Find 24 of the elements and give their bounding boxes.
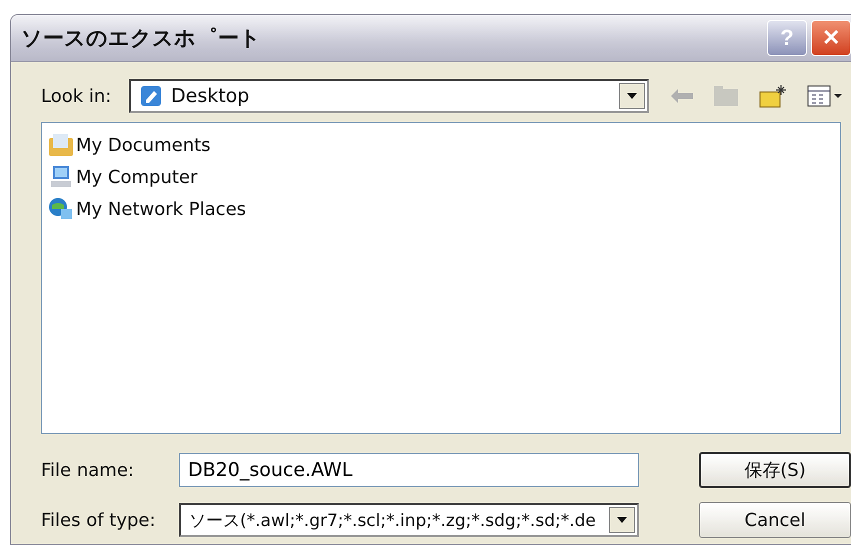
- save-button[interactable]: 保存(S): [699, 452, 851, 488]
- file-name-field[interactable]: DB20_souce.AWL: [179, 453, 639, 487]
- folder-icon: [48, 133, 74, 157]
- window-title: ソースのエクスホ゜ート: [21, 25, 261, 52]
- file-list-item[interactable]: My Computer: [48, 163, 834, 191]
- file-list-item[interactable]: My Documents: [48, 131, 834, 159]
- desktop-icon: [139, 84, 163, 108]
- new-folder-icon[interactable]: [759, 84, 787, 108]
- look-in-dropdown[interactable]: Desktop: [129, 79, 649, 113]
- file-type-dropdown[interactable]: ソース(*.awl;*.gr7;*.scl;*.inp;*.zg;*.sdg;*.sd;*.de: [179, 503, 639, 537]
- dropdown-button[interactable]: [619, 83, 645, 109]
- network-icon: [48, 197, 74, 221]
- dropdown-arrow-icon: [617, 517, 627, 523]
- file-list-item[interactable]: My Network Places: [48, 195, 834, 223]
- computer-icon: [48, 165, 74, 189]
- dropdown-arrow-icon: [627, 93, 637, 99]
- look-in-label: Look in:: [41, 86, 112, 106]
- dropdown-button[interactable]: [609, 507, 635, 533]
- view-menu-icon[interactable]: [807, 84, 843, 108]
- file-name-label: File name:: [41, 460, 135, 480]
- look-in-value: Desktop: [171, 85, 250, 107]
- file-type-value: ソース(*.awl;*.gr7;*.scl;*.inp;*.zg;*.sdg;*.sd;*.de: [189, 510, 597, 532]
- file-type-label: Files of type:: [41, 510, 157, 530]
- cancel-button[interactable]: Cancel: [699, 502, 851, 538]
